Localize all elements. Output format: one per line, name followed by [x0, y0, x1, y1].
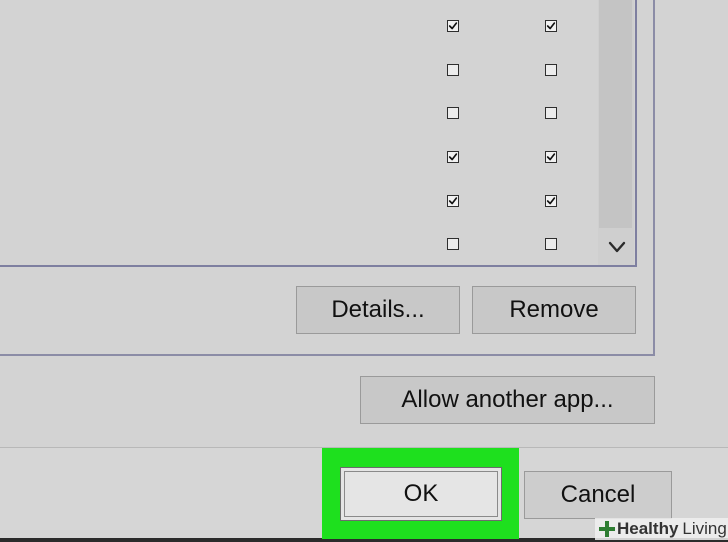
allow-another-app-label: Allow another app...	[401, 386, 614, 413]
allowed-apps-list	[0, 0, 637, 267]
ok-button-label: OK	[403, 480, 439, 507]
plus-cross-icon	[599, 521, 615, 537]
watermark-brand-regular: Living	[682, 519, 727, 538]
private-checkbox[interactable]	[447, 195, 459, 207]
remove-button[interactable]: Remove	[472, 286, 636, 334]
details-button[interactable]: Details...	[296, 286, 460, 334]
watermark-brand-bold: Healthy	[617, 519, 679, 538]
cancel-button-label: Cancel	[560, 481, 636, 508]
public-checkbox[interactable]	[545, 20, 557, 32]
ok-button[interactable]: OK	[340, 467, 502, 521]
healthy-living-watermark: Healthy Living	[595, 518, 728, 540]
public-checkbox[interactable]	[545, 238, 557, 250]
public-checkbox[interactable]	[545, 195, 557, 207]
chevron-down-icon[interactable]	[604, 234, 630, 260]
public-checkbox[interactable]	[545, 107, 557, 119]
public-checkbox[interactable]	[545, 64, 557, 76]
public-checkbox[interactable]	[545, 151, 557, 163]
remove-button-label: Remove	[509, 296, 599, 323]
private-checkbox[interactable]	[447, 151, 459, 163]
private-checkbox[interactable]	[447, 107, 459, 119]
private-checkbox[interactable]	[447, 238, 459, 250]
details-button-label: Details...	[331, 296, 425, 323]
allow-another-app-button[interactable]: Allow another app...	[360, 376, 655, 424]
private-checkbox[interactable]	[447, 64, 459, 76]
list-scroll-thumb[interactable]	[599, 0, 632, 228]
cancel-button[interactable]: Cancel	[524, 471, 672, 519]
private-checkbox[interactable]	[447, 20, 459, 32]
